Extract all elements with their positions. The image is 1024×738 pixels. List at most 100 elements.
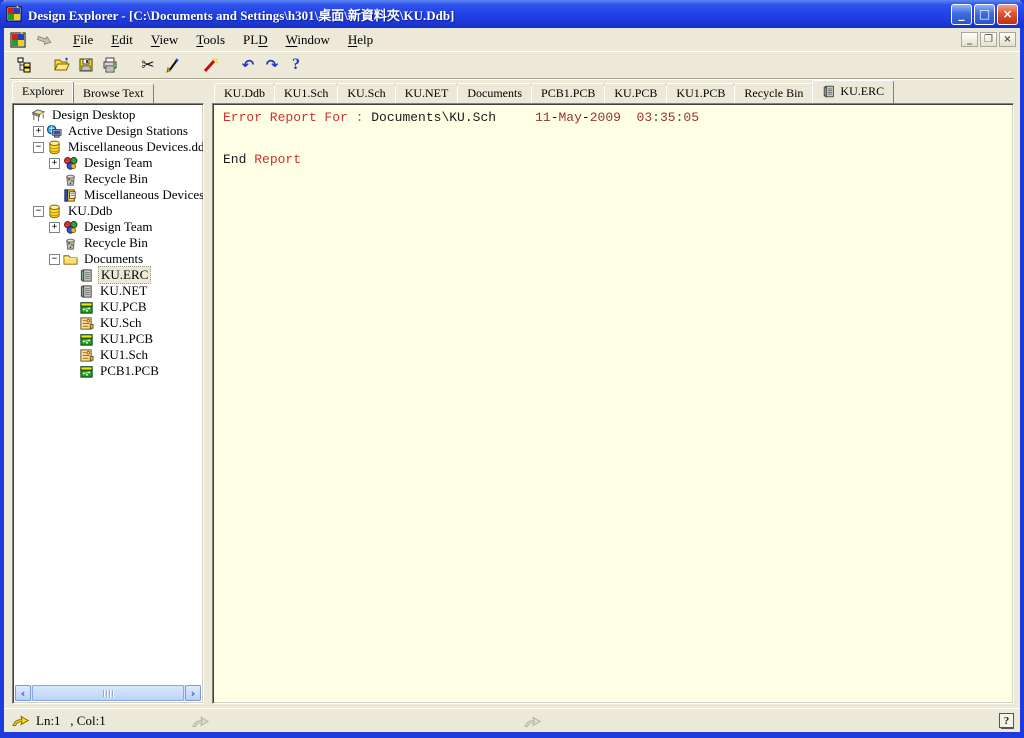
- collapse-minus-icon[interactable]: −: [33, 206, 44, 217]
- expand-plus-icon[interactable]: +: [33, 126, 44, 137]
- doc-tab-label: PCB1.PCB: [541, 86, 595, 101]
- menu-pld[interactable]: PLD: [234, 30, 277, 50]
- report-token: 35: [660, 110, 676, 125]
- team-icon: [63, 156, 78, 171]
- doc-tab-ku-pcb[interactable]: KU.PCB: [604, 83, 667, 103]
- tree-item-ku-sch[interactable]: KU.Sch: [15, 315, 202, 331]
- tree-item-active-design-stations[interactable]: + Active Design Stations: [15, 123, 202, 139]
- doc-tab-ku-net[interactable]: KU.NET: [395, 83, 459, 103]
- erc-report-editor[interactable]: Error Report For : Documents\KU.Sch 11-M…: [212, 103, 1014, 704]
- report-icon: [822, 85, 836, 99]
- tree-item-ku-net[interactable]: KU.NET: [15, 283, 202, 299]
- menu-tools[interactable]: Tools: [187, 30, 234, 50]
- tree-item-pcb1-pcb[interactable]: PCB1.PCB: [15, 363, 202, 379]
- tree-item-recycle-bin[interactable]: Recycle Bin: [15, 235, 202, 251]
- main-toolbar: ✂ ↶↷?: [4, 52, 1020, 78]
- tree-item-label: KU1.Sch: [98, 347, 150, 363]
- tree-item-design-team[interactable]: +Design Team: [15, 155, 202, 171]
- menu-view[interactable]: View: [142, 30, 187, 50]
- menu-edit[interactable]: Edit: [102, 30, 142, 50]
- scrollbar-thumb[interactable]: [32, 685, 184, 701]
- explorer-panel: ExplorerBrowse Text Design Desktop + Activ…: [12, 82, 204, 704]
- tree-item-label: KU.PCB: [98, 299, 149, 315]
- minimize-button[interactable]: _: [951, 4, 972, 25]
- pulldown-arrow-icon[interactable]: [36, 32, 52, 48]
- scroll-right-arrow[interactable]: ›: [185, 685, 201, 701]
- wand-icon: [202, 57, 218, 73]
- menu-help[interactable]: Help: [339, 30, 382, 50]
- tree-item-label: Design Desktop: [50, 107, 137, 123]
- report-token: -: [582, 110, 590, 125]
- titlebar[interactable]: Design Explorer - [C:\Documents and Sett…: [0, 0, 1024, 28]
- doc-tab-documents[interactable]: Documents: [457, 83, 532, 103]
- tree-item-design-desktop[interactable]: Design Desktop: [15, 107, 202, 123]
- scroll-left-arrow[interactable]: ‹: [15, 685, 31, 701]
- expander-slot: −: [33, 142, 47, 153]
- tree-item-ku-erc[interactable]: KU.ERC: [15, 267, 202, 283]
- pcb-icon: [79, 364, 94, 379]
- explorer-toggle-button[interactable]: [12, 54, 36, 76]
- expand-plus-icon[interactable]: +: [49, 222, 60, 233]
- help-button[interactable]: ?: [284, 54, 308, 76]
- report-token: 03: [637, 110, 653, 125]
- undo-button[interactable]: ↶: [236, 54, 260, 76]
- tree-item-ku1-pcb[interactable]: KU1.PCB: [15, 331, 202, 347]
- collapse-minus-icon[interactable]: −: [49, 254, 60, 265]
- tree-item-recycle-bin[interactable]: Recycle Bin: [15, 171, 202, 187]
- pen-icon: [164, 57, 180, 73]
- doc-tab-pcb1-pcb[interactable]: PCB1.PCB: [531, 83, 605, 103]
- open-button[interactable]: [50, 54, 74, 76]
- tree-item-miscellaneous-devices-lib[interactable]: Miscellaneous Devices.lib: [15, 187, 202, 203]
- expand-plus-icon[interactable]: +: [49, 158, 60, 169]
- save-button[interactable]: [74, 54, 98, 76]
- tree-item-label: KU1.PCB: [98, 331, 155, 347]
- doc-tab-ku1-pcb[interactable]: KU1.PCB: [666, 83, 735, 103]
- tree-horizontal-scrollbar[interactable]: ‹ ›: [15, 685, 201, 701]
- tree-item-documents[interactable]: −Documents: [15, 251, 202, 267]
- maximize-button[interactable]: □: [974, 4, 995, 25]
- station-icon: [47, 124, 62, 139]
- tab-explorer[interactable]: Explorer: [12, 81, 74, 103]
- doc-tab-label: KU.PCB: [614, 86, 657, 101]
- panel-splitter[interactable]: [204, 82, 212, 704]
- close-button[interactable]: ×: [997, 4, 1018, 25]
- expander-slot: −: [33, 206, 47, 217]
- tree-item-ku-pcb[interactable]: KU.PCB: [15, 299, 202, 315]
- mdi-minimize-button[interactable]: _: [961, 32, 978, 47]
- report-token: 11: [535, 110, 551, 125]
- pen-button[interactable]: [160, 54, 184, 76]
- tree-item-design-team[interactable]: +Design Team: [15, 219, 202, 235]
- expander-slot: −: [49, 254, 63, 265]
- doc-tab-ku-ddb[interactable]: KU.Ddb: [214, 83, 275, 103]
- tree-item-label: KU.NET: [98, 283, 149, 299]
- database-icon: [47, 140, 62, 155]
- library-icon: [63, 188, 78, 203]
- undo-icon: ↶: [240, 57, 256, 73]
- wand-button[interactable]: [198, 54, 222, 76]
- status-help-button[interactable]: ?: [999, 713, 1014, 728]
- doc-tab-ku1-sch[interactable]: KU1.Sch: [274, 83, 338, 103]
- doc-tab-ku-sch[interactable]: KU.Sch: [337, 83, 395, 103]
- app-icon: [6, 6, 22, 22]
- help-icon: ?: [288, 57, 304, 73]
- mdi-close-button[interactable]: ×: [999, 32, 1016, 47]
- cut-button[interactable]: ✂: [136, 54, 160, 76]
- database-icon: [47, 204, 62, 219]
- mdi-restore-button[interactable]: ❐: [980, 32, 997, 47]
- report-line: [223, 125, 1003, 139]
- report-token: 05: [683, 110, 699, 125]
- tree-item-ku1-sch[interactable]: KU1.Sch: [15, 347, 202, 363]
- redo-button[interactable]: ↷: [260, 54, 284, 76]
- print-button[interactable]: [98, 54, 122, 76]
- team-icon: [63, 220, 78, 235]
- menu-file[interactable]: File: [64, 30, 102, 50]
- doc-tab-ku-erc[interactable]: KU.ERC: [812, 80, 894, 103]
- tree-item-ku-ddb[interactable]: −KU.Ddb: [15, 203, 202, 219]
- tree-item-label: Active Design Stations: [66, 123, 190, 139]
- menu-window[interactable]: Window: [277, 30, 339, 50]
- collapse-minus-icon[interactable]: −: [33, 142, 44, 153]
- doc-tab-recycle-bin[interactable]: Recycle Bin: [734, 83, 813, 103]
- report-icon: [79, 284, 94, 299]
- tab-browse-text[interactable]: Browse Text: [73, 83, 154, 103]
- tree-item-miscellaneous-devices-ddb[interactable]: −Miscellaneous Devices.ddb: [15, 139, 202, 155]
